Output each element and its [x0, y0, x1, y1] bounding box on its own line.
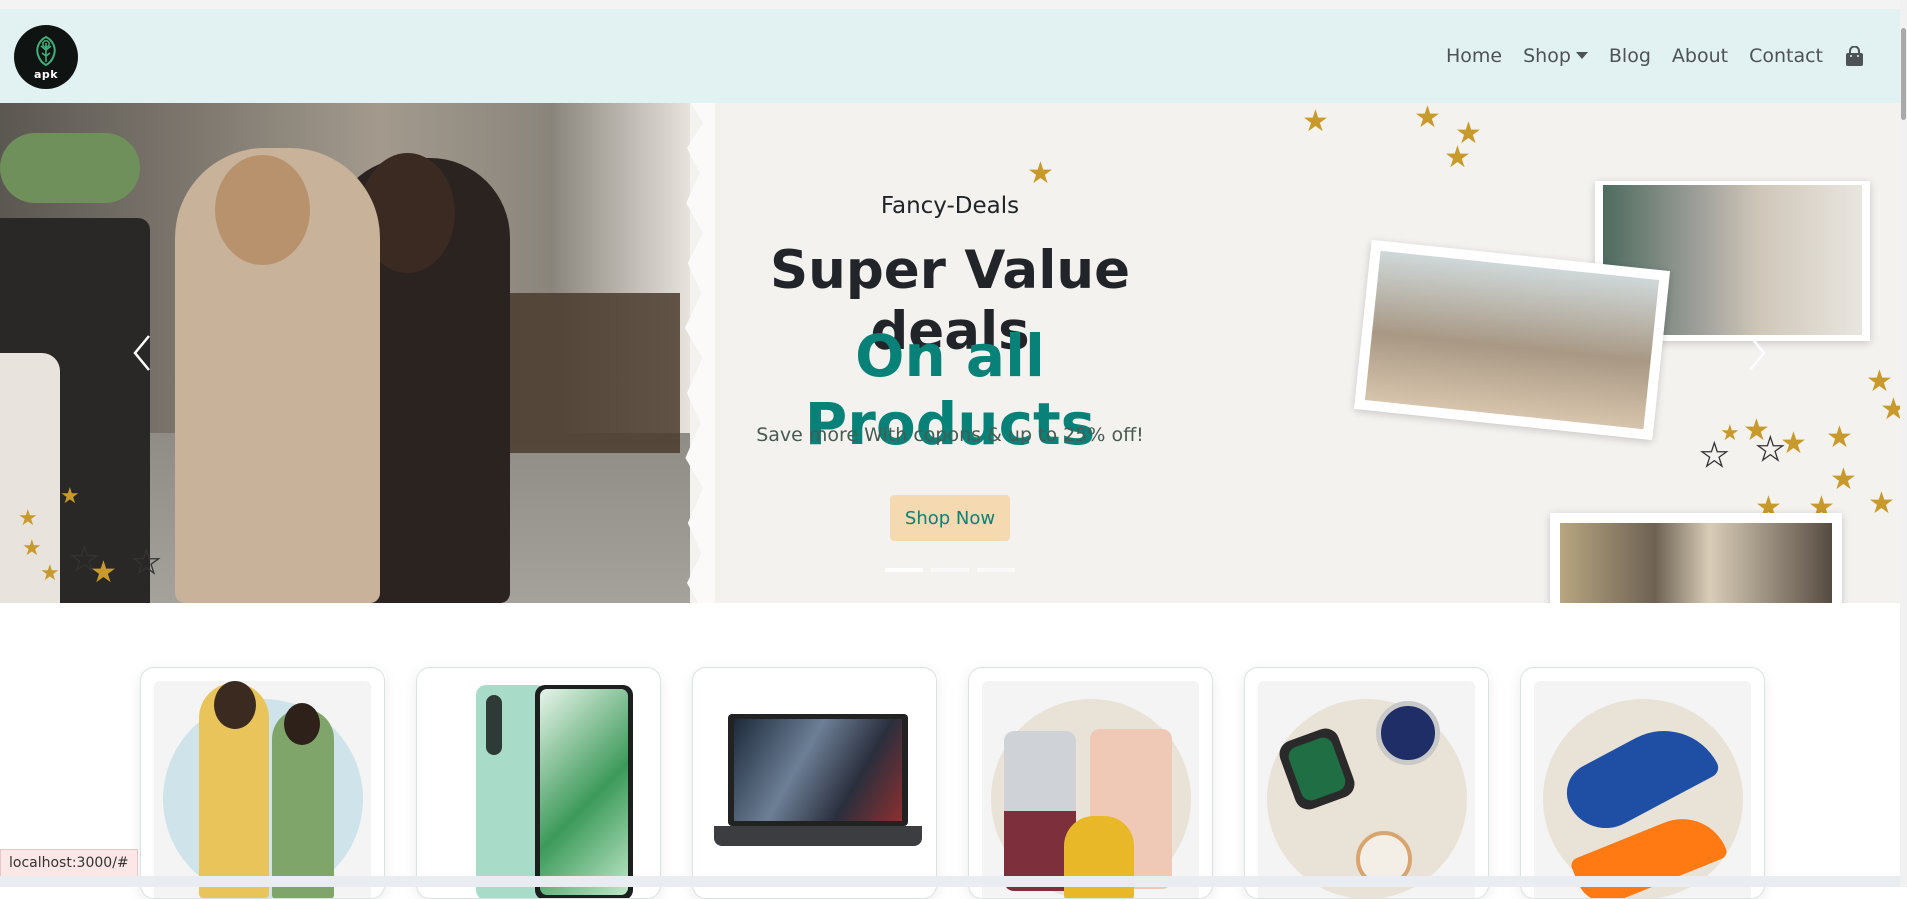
nav-contact[interactable]: Contact	[1749, 45, 1823, 67]
star-icon: ★	[1868, 486, 1895, 521]
luggage-image	[982, 681, 1199, 898]
hero-photo-women	[0, 103, 690, 603]
browser-top-strip	[0, 0, 1907, 9]
status-bar-url: localhost:3000/#	[0, 849, 138, 877]
polaroid-photo-beach	[1353, 239, 1671, 441]
hero-kicker: Fancy-Deals	[880, 193, 1020, 219]
carousel-next-button[interactable]	[1727, 313, 1787, 393]
star-outline-icon: ★	[131, 543, 161, 581]
star-icon: ★	[40, 561, 60, 586]
caret-down-icon	[1575, 52, 1588, 59]
carousel-indicators	[885, 568, 1015, 572]
watches-image	[1258, 681, 1475, 898]
laptop-image	[706, 681, 923, 898]
star-outline-icon: ★	[69, 540, 99, 578]
carousel-indicator-1[interactable]	[885, 568, 923, 572]
category-card-shoes[interactable]	[1520, 667, 1765, 899]
hero-caption: Fancy-Deals Super Value deals On all Pro…	[700, 103, 1200, 603]
star-icon: ★	[22, 536, 42, 561]
star-icon: ★	[1302, 104, 1329, 139]
hero-carousel: ★ ★ ★ ★ ★ ★ ★ ★ ★ ★ ★ ★ ★ ★ ★ ★ ★ ★ ★ ★ …	[0, 103, 1900, 603]
nav-about[interactable]: About	[1672, 45, 1728, 67]
category-card-laptops[interactable]	[692, 667, 937, 899]
category-card-fashion[interactable]	[140, 667, 385, 899]
scrollbar-thumb[interactable]	[1901, 28, 1906, 120]
navbar: apk Home Shop Blog About Contact	[0, 9, 1900, 103]
leaf-shield-icon	[36, 35, 56, 67]
category-card-watches[interactable]	[1244, 667, 1489, 899]
category-card-luggage[interactable]	[968, 667, 1213, 899]
polaroid-photo-city	[1550, 513, 1842, 603]
star-outline-icon: ★	[1755, 430, 1785, 468]
nav-shop-dropdown[interactable]: Shop	[1523, 45, 1588, 67]
fashion-couple-image	[154, 681, 371, 898]
smartphone-image	[430, 681, 647, 898]
star-icon: ★	[1444, 140, 1471, 175]
nav-shop-label: Shop	[1523, 45, 1571, 67]
nav-home[interactable]: Home	[1446, 45, 1502, 67]
chevron-right-icon	[1749, 335, 1766, 371]
carousel-prev-button[interactable]	[112, 313, 172, 393]
shopping-bag-icon[interactable]	[1845, 45, 1864, 67]
star-icon: ★	[1826, 420, 1853, 455]
shoes-image	[1534, 681, 1751, 898]
star-icon: ★	[60, 484, 80, 509]
nav-blog[interactable]: Blog	[1609, 45, 1651, 67]
star-outline-icon: ★	[1699, 436, 1729, 474]
chevron-left-icon	[133, 335, 150, 371]
carousel-indicator-3[interactable]	[977, 568, 1015, 572]
star-icon: ★	[18, 506, 38, 531]
hero-description: Save more With copons & up to 25% off!	[756, 424, 1144, 446]
main-nav: Home Shop Blog About Contact	[1425, 9, 1864, 103]
star-icon: ★	[1880, 392, 1900, 427]
shop-now-button[interactable]: Shop Now	[890, 495, 1010, 541]
window-bottom-edge	[0, 876, 1900, 887]
brand-logo[interactable]: apk	[14, 25, 78, 89]
category-card-phones[interactable]	[416, 667, 661, 899]
page-scrollbar[interactable]	[1900, 0, 1907, 887]
logo-text: apk	[33, 68, 59, 81]
carousel-indicator-2[interactable]	[931, 568, 969, 572]
star-icon: ★	[1414, 103, 1441, 135]
category-cards	[140, 667, 1765, 899]
